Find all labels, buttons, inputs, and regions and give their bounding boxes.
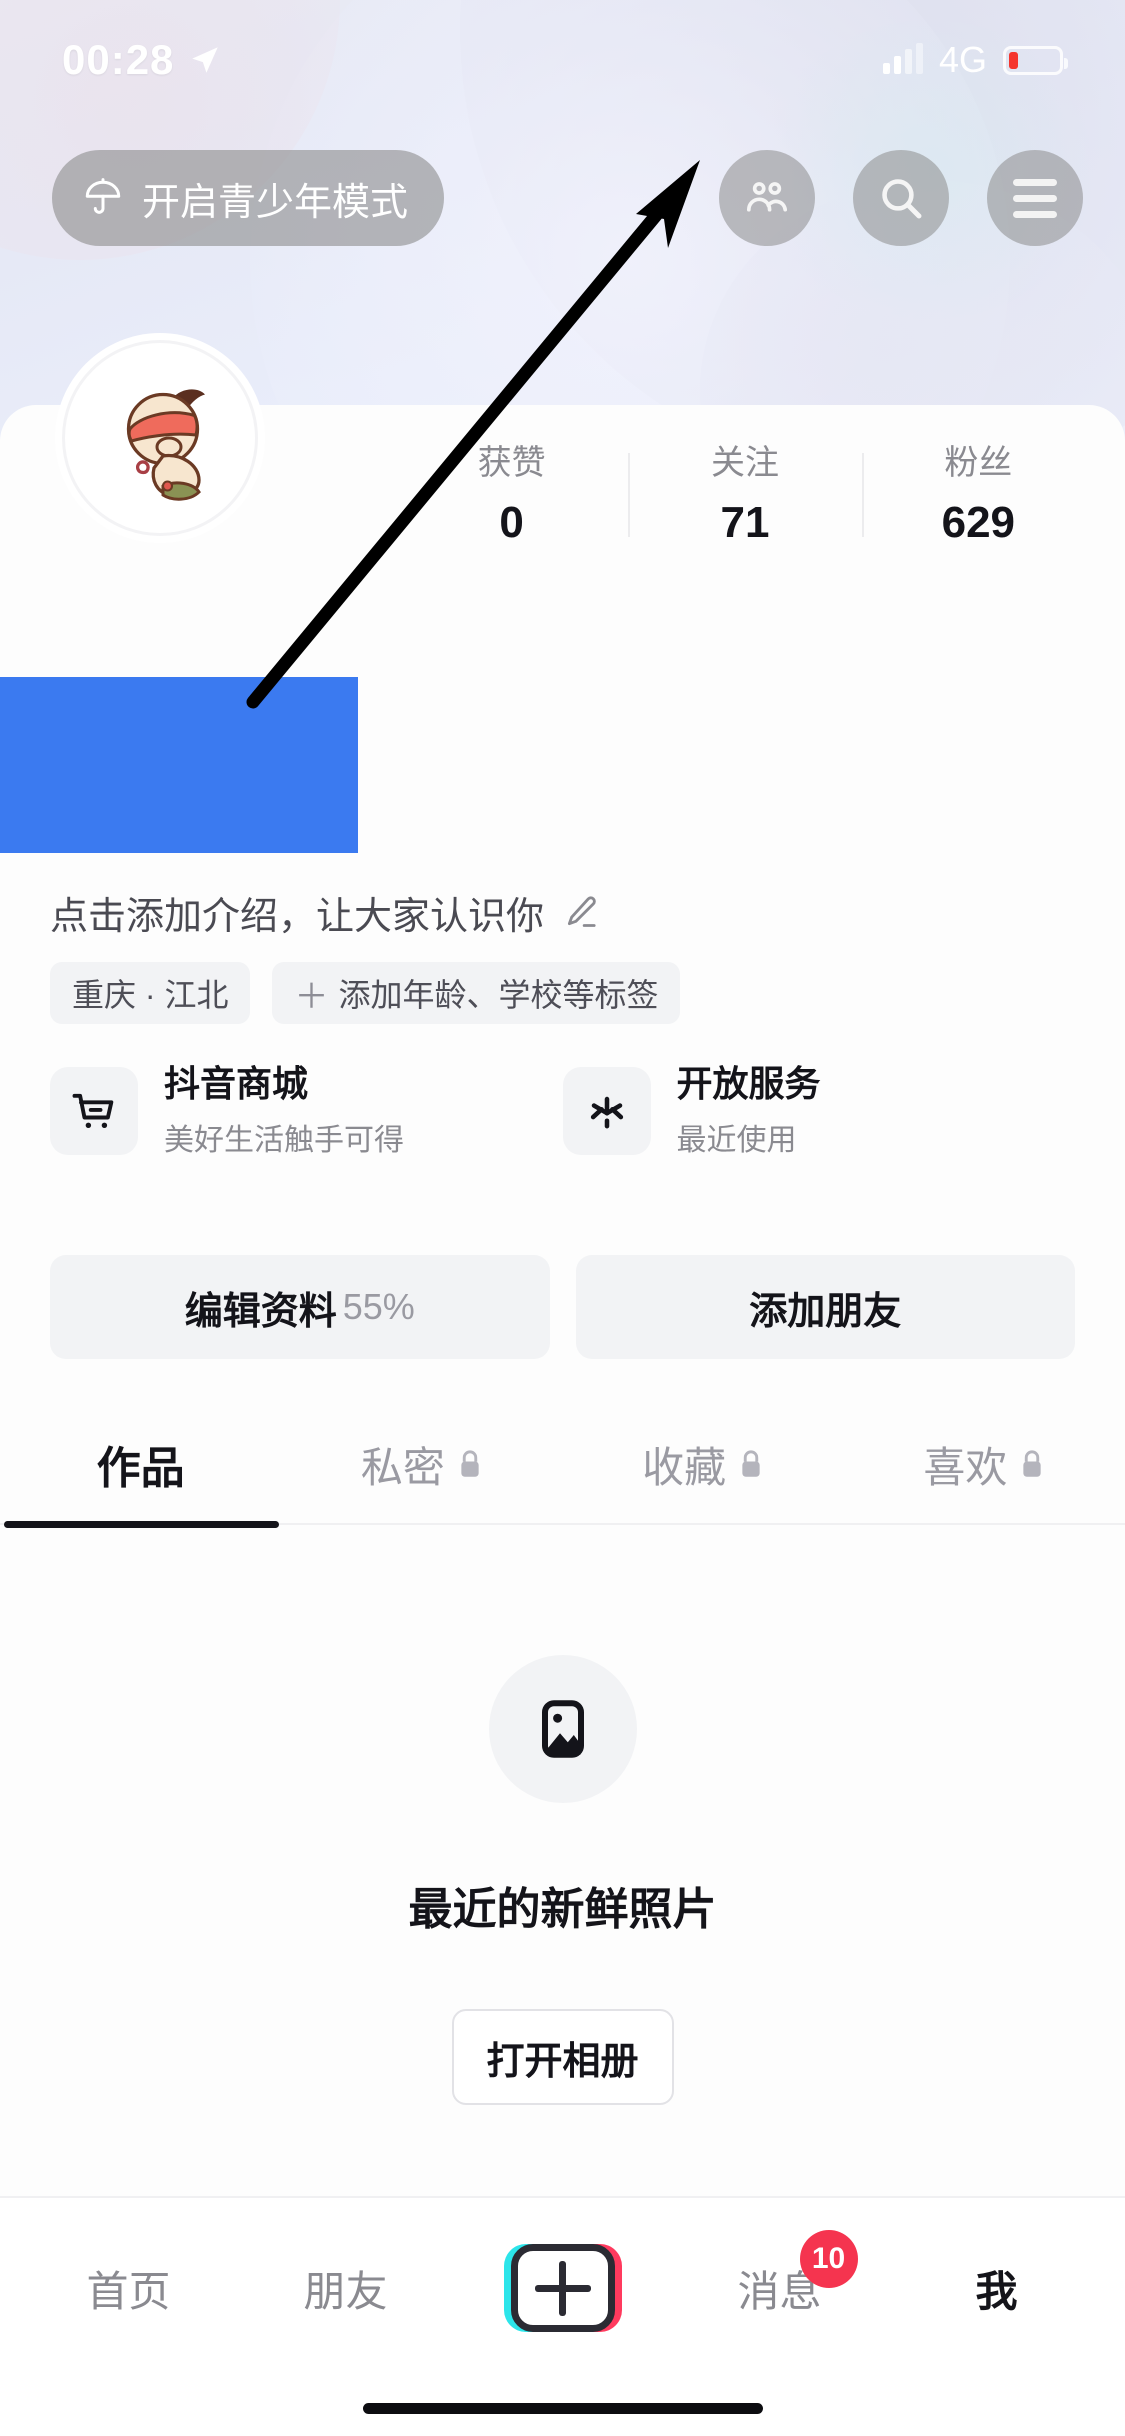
tag-add[interactable]: ＋ 添加年龄、学校等标签: [272, 962, 681, 1024]
entry-subtitle: 最近使用: [676, 1124, 797, 1158]
tab-label: 喜欢: [923, 1443, 1008, 1491]
entry-open-service[interactable]: 开放服务 最近使用: [562, 1062, 1076, 1159]
tab-label: 私密: [360, 1443, 445, 1491]
create-plus-icon: [503, 2244, 622, 2332]
lock-icon: [461, 1450, 479, 1477]
search-icon: [882, 179, 922, 219]
entry-title: 抖音商城: [164, 1063, 309, 1104]
profile-header-bar: 开启青少年模式: [0, 150, 1125, 246]
status-bar-right: 4G: [882, 39, 1068, 81]
teen-mode-label: 开启青少年模式: [142, 181, 409, 224]
entry-douyin-mall[interactable]: 抖音商城 美好生活触手可得: [50, 1062, 563, 1159]
header-actions: [719, 150, 1083, 246]
stat-following[interactable]: 关注 71: [628, 444, 861, 548]
nav-home[interactable]: 首页: [20, 2258, 237, 2319]
edit-profile-button[interactable]: 编辑资料 55%: [50, 1255, 550, 1359]
friends-button[interactable]: [719, 150, 815, 246]
menu-icon: [1013, 178, 1057, 218]
signal-bars-icon: [882, 43, 923, 74]
shopping-cart-icon: [72, 1093, 114, 1128]
tab-private[interactable]: 私密: [281, 1405, 562, 1523]
bio-placeholder: 点击添加介绍，让大家认识你: [50, 896, 545, 938]
umbrella-icon: [85, 178, 121, 214]
open-album-label: 打开相册: [486, 2040, 639, 2083]
network-type: 4G: [938, 39, 987, 80]
location-arrow-icon: [192, 47, 219, 73]
profile-entries: 抖音商城 美好生活触手可得 开放服务 最近使用: [50, 1062, 1075, 1159]
bio-row[interactable]: 点击添加介绍，让大家认识你: [50, 885, 600, 940]
status-bar-left: 00:28: [62, 36, 222, 84]
entry-text: 开放服务 最近使用: [677, 1062, 821, 1159]
status-time: 00:28: [62, 36, 175, 83]
tab-active-indicator: [4, 1521, 279, 1528]
tab-favorites[interactable]: 收藏: [563, 1405, 844, 1523]
home-indicator: [362, 2403, 763, 2414]
stat-label: 粉丝: [944, 444, 1013, 482]
message-badge: 10: [799, 2229, 858, 2288]
stat-value: 0: [499, 498, 524, 548]
nav-label: 首页: [86, 2267, 171, 2315]
empty-icon-wrap: [488, 1655, 637, 1803]
entry-text: 抖音商城 美好生活触手可得: [164, 1062, 404, 1159]
stat-value: 629: [941, 498, 1016, 548]
bottom-nav-row: 首页 朋友 消息 10 我: [0, 2198, 1125, 2378]
nav-create[interactable]: [454, 2244, 671, 2332]
entry-title: 开放服务: [676, 1063, 821, 1104]
tab-label: 作品: [96, 1444, 185, 1493]
stat-value: 71: [720, 498, 770, 548]
open-album-button[interactable]: 打开相册: [451, 2009, 674, 2105]
nav-messages[interactable]: 消息 10: [671, 2229, 888, 2319]
profile-actions: 编辑资料 55% 添加朋友: [50, 1255, 1075, 1359]
nav-me[interactable]: 我: [888, 2258, 1105, 2319]
entry-icon-wrap: [50, 1066, 138, 1155]
lock-icon: [1023, 1450, 1042, 1477]
nav-label: 我: [975, 2267, 1018, 2315]
edit-profile-label: 编辑资料: [184, 1290, 337, 1333]
bottom-nav: 首页 朋友 消息 10 我: [0, 2196, 1125, 2436]
teen-mode-button[interactable]: 开启青少年模式: [52, 150, 445, 246]
stat-label: 获赞: [477, 444, 546, 482]
nav-friends[interactable]: 朋友: [237, 2258, 454, 2319]
lock-icon: [742, 1450, 760, 1477]
profile-stats: 获赞 0 关注 71 粉丝 629: [395, 444, 1095, 565]
pencil-icon: [567, 895, 596, 927]
entry-subtitle: 美好生活触手可得: [164, 1124, 404, 1158]
content-tabs: 作品 私密 收藏 喜欢: [0, 1405, 1125, 1527]
search-button[interactable]: [853, 150, 949, 246]
battery-icon: [1003, 45, 1068, 75]
add-friend-button[interactable]: 添加朋友: [575, 1255, 1075, 1359]
stat-label: 关注: [710, 444, 779, 482]
nav-label: 朋友: [303, 2267, 388, 2315]
edit-profile-percent: 55%: [342, 1286, 415, 1327]
tab-likes[interactable]: 喜欢: [844, 1405, 1125, 1523]
profile-tags: 重庆 · 江北 ＋ 添加年龄、学校等标签: [50, 962, 681, 1024]
tab-label: 收藏: [642, 1443, 727, 1491]
tab-works[interactable]: 作品: [0, 1405, 281, 1523]
username-redaction-box: [0, 677, 358, 853]
tag-label: 重庆 · 江北: [72, 977, 229, 1013]
friends-icon: [746, 182, 788, 212]
tag-location[interactable]: 重庆 · 江北: [50, 962, 251, 1024]
cartoon-baby-avatar-icon: [126, 389, 205, 501]
tag-label: 添加年龄、学校等标签: [338, 977, 659, 1013]
photo-placeholder-icon: [541, 1700, 584, 1758]
plus-icon: ＋: [294, 977, 329, 1016]
open-service-star-icon: [590, 1096, 623, 1129]
stat-likes[interactable]: 获赞 0: [395, 444, 628, 548]
status-bar: 00:28 4G: [0, 0, 1125, 120]
empty-title: 最近的新鲜照片: [408, 1885, 717, 1934]
entry-icon-wrap: [562, 1066, 651, 1155]
avatar[interactable]: [62, 340, 258, 536]
add-friend-label: 添加朋友: [749, 1290, 902, 1333]
tab-row: 作品 私密 收藏 喜欢: [0, 1405, 1125, 1523]
empty-state: 最近的新鲜照片 打开相册: [0, 1655, 1125, 2105]
phone-screen: 00:28 4G 开启青少年模式 获赞 0 关注 71 粉丝 629 点击添加介…: [0, 0, 1125, 2436]
menu-button[interactable]: [987, 150, 1083, 246]
stat-fans[interactable]: 粉丝 629: [861, 444, 1095, 548]
